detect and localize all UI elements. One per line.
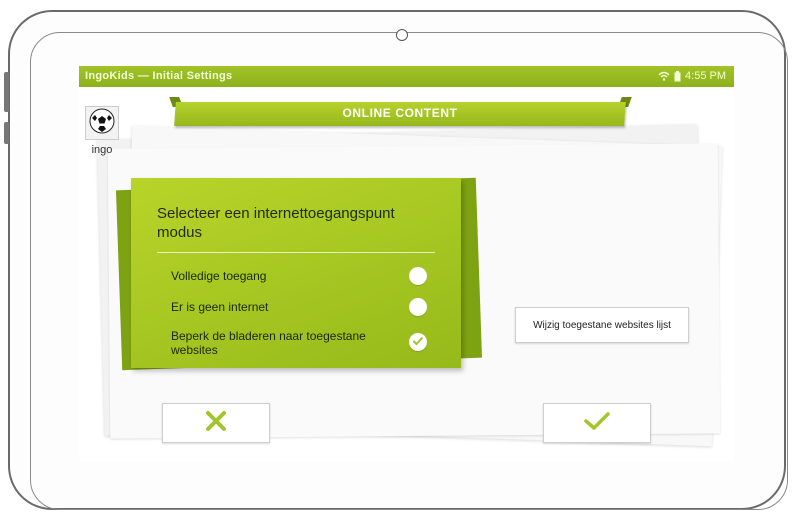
wifi-icon: [658, 71, 670, 81]
status-bar: IngoKids — Initial Settings 4:55 PM: [79, 66, 734, 87]
battery-icon: [674, 70, 681, 82]
option-label: Er is geen internet: [171, 300, 269, 314]
change-websites-button[interactable]: Wijzig toegestane websites lijst: [515, 307, 689, 343]
cancel-button[interactable]: [162, 403, 270, 443]
status-time: 4:55 PM: [685, 70, 726, 82]
close-icon: [205, 410, 227, 437]
radio-button-checked[interactable]: [409, 333, 427, 351]
page-title: ONLINE CONTENT: [342, 106, 458, 120]
divider: [157, 252, 435, 253]
app-title: IngoKids — Initial Settings: [85, 70, 233, 82]
option-full-access[interactable]: Volledige toegang: [171, 267, 451, 299]
option-label: Volledige toegang: [171, 269, 267, 283]
option-label: Beperk de bladeren naar toegestane websi…: [171, 329, 366, 357]
option-restricted-websites[interactable]: Beperk de bladeren naar toegestane websi…: [171, 329, 451, 359]
avatar[interactable]: [85, 106, 119, 140]
mode-selection-card: Selecteer een internettoegangspunt modus…: [131, 178, 461, 368]
screen: IngoKids — Initial Settings 4:55 PM ONLI: [79, 66, 734, 461]
card-title: Selecteer een internettoegangspunt modus: [157, 205, 395, 241]
checkmark-icon: [583, 411, 611, 436]
radio-button[interactable]: [409, 267, 427, 285]
camera-icon: [396, 29, 408, 41]
side-button: [4, 122, 9, 144]
confirm-button[interactable]: [543, 403, 651, 443]
checkmark-icon: [412, 333, 424, 351]
option-no-internet[interactable]: Er is geen internet: [171, 298, 451, 330]
radio-button[interactable]: [409, 298, 427, 316]
side-button: [4, 72, 9, 112]
avatar-name: ingo: [91, 144, 113, 156]
soccer-ball-icon: [89, 108, 115, 139]
